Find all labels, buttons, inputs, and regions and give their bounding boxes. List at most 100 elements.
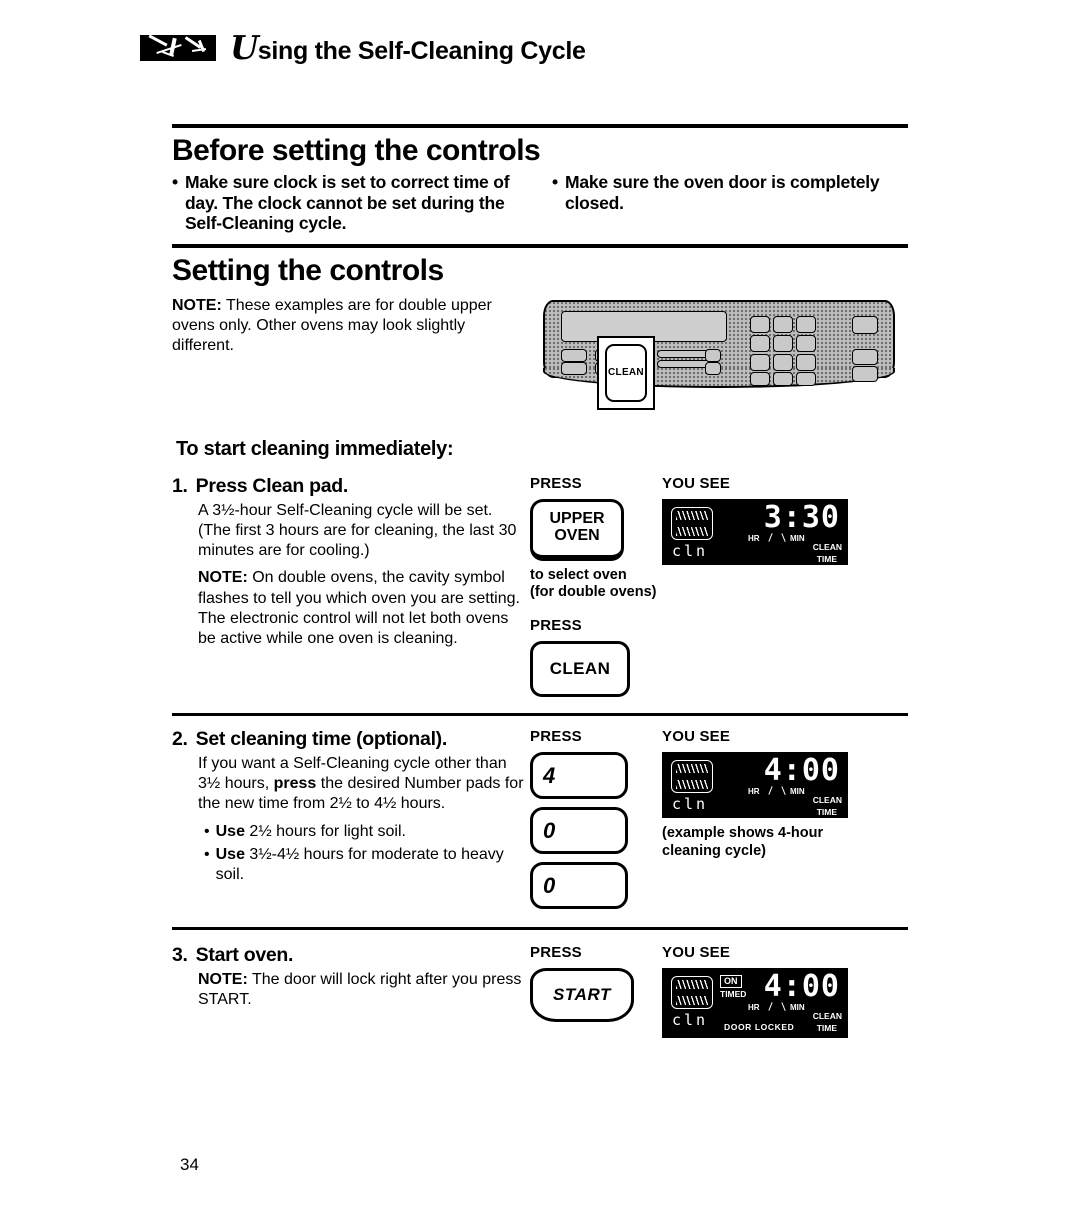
panel-key [705, 361, 721, 375]
cavity-symbol-icon [671, 760, 713, 794]
before-bullet-2-text: Make sure the oven door is completely cl… [564, 172, 880, 213]
start-key[interactable]: START [530, 968, 634, 1023]
step-2-you-see-header: YOU SEE [662, 728, 731, 746]
panel-numpad-key [773, 353, 793, 371]
step-1-note-label: NOTE: [198, 569, 248, 587]
step-2-body: If you want a Self-Cleaning cycle other … [198, 754, 524, 885]
page-number: 34 [180, 1155, 199, 1174]
panel-key-wide [657, 349, 711, 358]
upper-oven-key-caption: to select oven (for double ovens) [530, 567, 662, 601]
clean-key[interactable]: CLEAN [530, 641, 630, 698]
step-2-paragraph: If you want a Self-Cleaning cycle other … [198, 754, 524, 814]
step-1-display-cavity-text: cln [672, 541, 709, 560]
setting-section-title: Setting the controls [172, 253, 444, 287]
cavity-symbol-icon [671, 976, 713, 1010]
page-header: Using the Self-Cleaning Cycle [140, 28, 586, 67]
step-1-display-min-label: MIN [790, 533, 805, 543]
panel-key [705, 348, 721, 362]
number-key-0-second[interactable]: 0 [530, 862, 628, 910]
number-key-0-first[interactable]: 0 [530, 807, 628, 855]
step-3-display: cln ON TIMED 4:00 HR MIN CLEAN TIME DOOR… [662, 968, 848, 1039]
clean-pad-callout-label: CLEAN [605, 343, 647, 402]
before-bullet-1-col: • Make sure clock is set to correct time… [172, 172, 524, 234]
step-3-you-see-header: YOU SEE [662, 944, 731, 962]
panel-side-key [852, 348, 878, 365]
step-2-display-min-label: MIN [790, 787, 805, 797]
step-1: 1. Press Clean pad. A 3½-hour Self-Clean… [172, 474, 908, 698]
before-bullet-1-text: Make sure clock is set to correct time o… [184, 172, 510, 234]
bullet-dot-icon: • [204, 845, 210, 863]
bullet-dot-icon: • [552, 172, 558, 192]
step-3-display-digits: 4:00 [763, 969, 840, 1005]
panel-numpad-key [773, 315, 793, 333]
control-panel-body [543, 299, 895, 388]
step-2-bullet-1-rest: 2½ hours for light soil. [244, 822, 406, 840]
divider-step-3 [172, 927, 908, 931]
step-1-paragraph: A 3½-hour Self-Cleaning cycle will be se… [198, 501, 517, 560]
step-1-display-time-indicator: TIME [816, 553, 837, 564]
coil-icon [676, 511, 708, 521]
divider-setting [172, 243, 908, 248]
step-3-display-clean-indicator: CLEAN [812, 1011, 842, 1022]
step-3-note: NOTE: The door will lock right after you… [198, 970, 524, 1010]
step-2-display: cln 4:00 HR MIN CLEAN TIME [662, 752, 848, 819]
step-1-you-see-column: YOU SEE cln 3:30 HR MIN CLEAN TIME [662, 475, 858, 565]
upper-oven-caption-line1: to select oven [530, 566, 627, 583]
upper-oven-key-line1: UPPER [549, 510, 605, 528]
before-section-bullets: • Make sure clock is set to correct time… [172, 172, 908, 244]
before-bullet-1: • Make sure clock is set to correct time… [172, 172, 524, 234]
step-2-display-digits: 4:00 [763, 753, 840, 789]
step-1-title: Press Clean pad. [195, 474, 349, 497]
step-1-display-hr-label: HR [748, 533, 760, 543]
number-key-4[interactable]: 4 [530, 752, 628, 800]
panel-numpad-key [773, 334, 793, 352]
cavity-symbol-icon [671, 506, 713, 540]
step-1-number: 1. [172, 474, 188, 497]
page-content: Before setting the controls • Make sure … [172, 124, 908, 1039]
step-2-press-header: PRESS [530, 728, 582, 746]
step-2-bullet-1: • Use 2½ hours for light soil. [204, 822, 524, 842]
step-3-body: NOTE: The door will lock right after you… [198, 970, 524, 1010]
header-title-text: sing the Self-Cleaning Cycle [257, 37, 586, 65]
panel-numpad-key [773, 371, 793, 386]
step-3-title: Start oven. [195, 944, 294, 967]
lead-in-text: To start cleaning immediately: [176, 437, 454, 460]
step-1-display-clean-indicator: CLEAN [812, 541, 842, 552]
panel-key [561, 361, 587, 375]
step-1-text: 1. Press Clean pad. A 3½-hour Self-Clean… [172, 475, 524, 656]
step-2-text: 2. Set cleaning time (optional). If you … [172, 728, 524, 888]
step-2: 2. Set cleaning time (optional). If you … [172, 728, 908, 917]
coil-icon [676, 764, 708, 774]
step-3-heading: 3. Start oven. [172, 944, 524, 967]
step-1-heading: 1. Press Clean pad. [172, 475, 524, 498]
step-2-display-hr-label: HR [748, 787, 760, 797]
step-2-display-caption-line2: cleaning cycle) [662, 842, 766, 859]
step-2-title: Set cleaning time (optional). [195, 728, 448, 751]
step-3-press-header: PRESS [530, 944, 582, 962]
step-3-display-cavity-text: cln [672, 1011, 709, 1030]
upper-oven-key[interactable]: UPPER OVEN [530, 498, 624, 561]
panel-numpad-key [796, 315, 816, 333]
panel-side-key [852, 315, 878, 334]
step-3-you-see-column: YOU SEE cln ON TIMED 4:00 HR MIN CLEAN T… [662, 944, 858, 1039]
control-panel-illustration: CLEAN [535, 292, 907, 412]
before-bullet-2-col: • Make sure the oven door is completely … [552, 172, 904, 234]
step-2-display-caption-line1: (example shows 4-hour [662, 825, 824, 842]
setting-note-label: NOTE: [172, 296, 222, 314]
divider-step-2 [172, 713, 908, 717]
upper-oven-key-line2: OVEN [554, 527, 600, 545]
step-2-display-time-indicator: TIME [816, 807, 837, 818]
step-1-press-header: PRESS [530, 474, 582, 492]
step-3-display-hr-label: HR [748, 1003, 760, 1013]
setting-section-row: NOTE: These examples are for double uppe… [172, 292, 908, 412]
panel-side-key [852, 365, 878, 382]
step-3-number: 3. [172, 944, 188, 967]
step-2-number: 2. [172, 728, 188, 751]
step-3-note-label: NOTE: [198, 971, 248, 989]
step-3-display-time-indicator: TIME [816, 1023, 837, 1034]
panel-numpad-key [796, 353, 816, 371]
step-2-bullet-2-rest: 3½-4½ hours for moderate to heavy soil. [215, 845, 504, 883]
setting-note: NOTE: These examples are for double uppe… [172, 292, 517, 356]
document-page: Using the Self-Cleaning Cycle Before set… [0, 0, 1080, 1206]
page-header-title: Using the Self-Cleaning Cycle [230, 28, 586, 67]
